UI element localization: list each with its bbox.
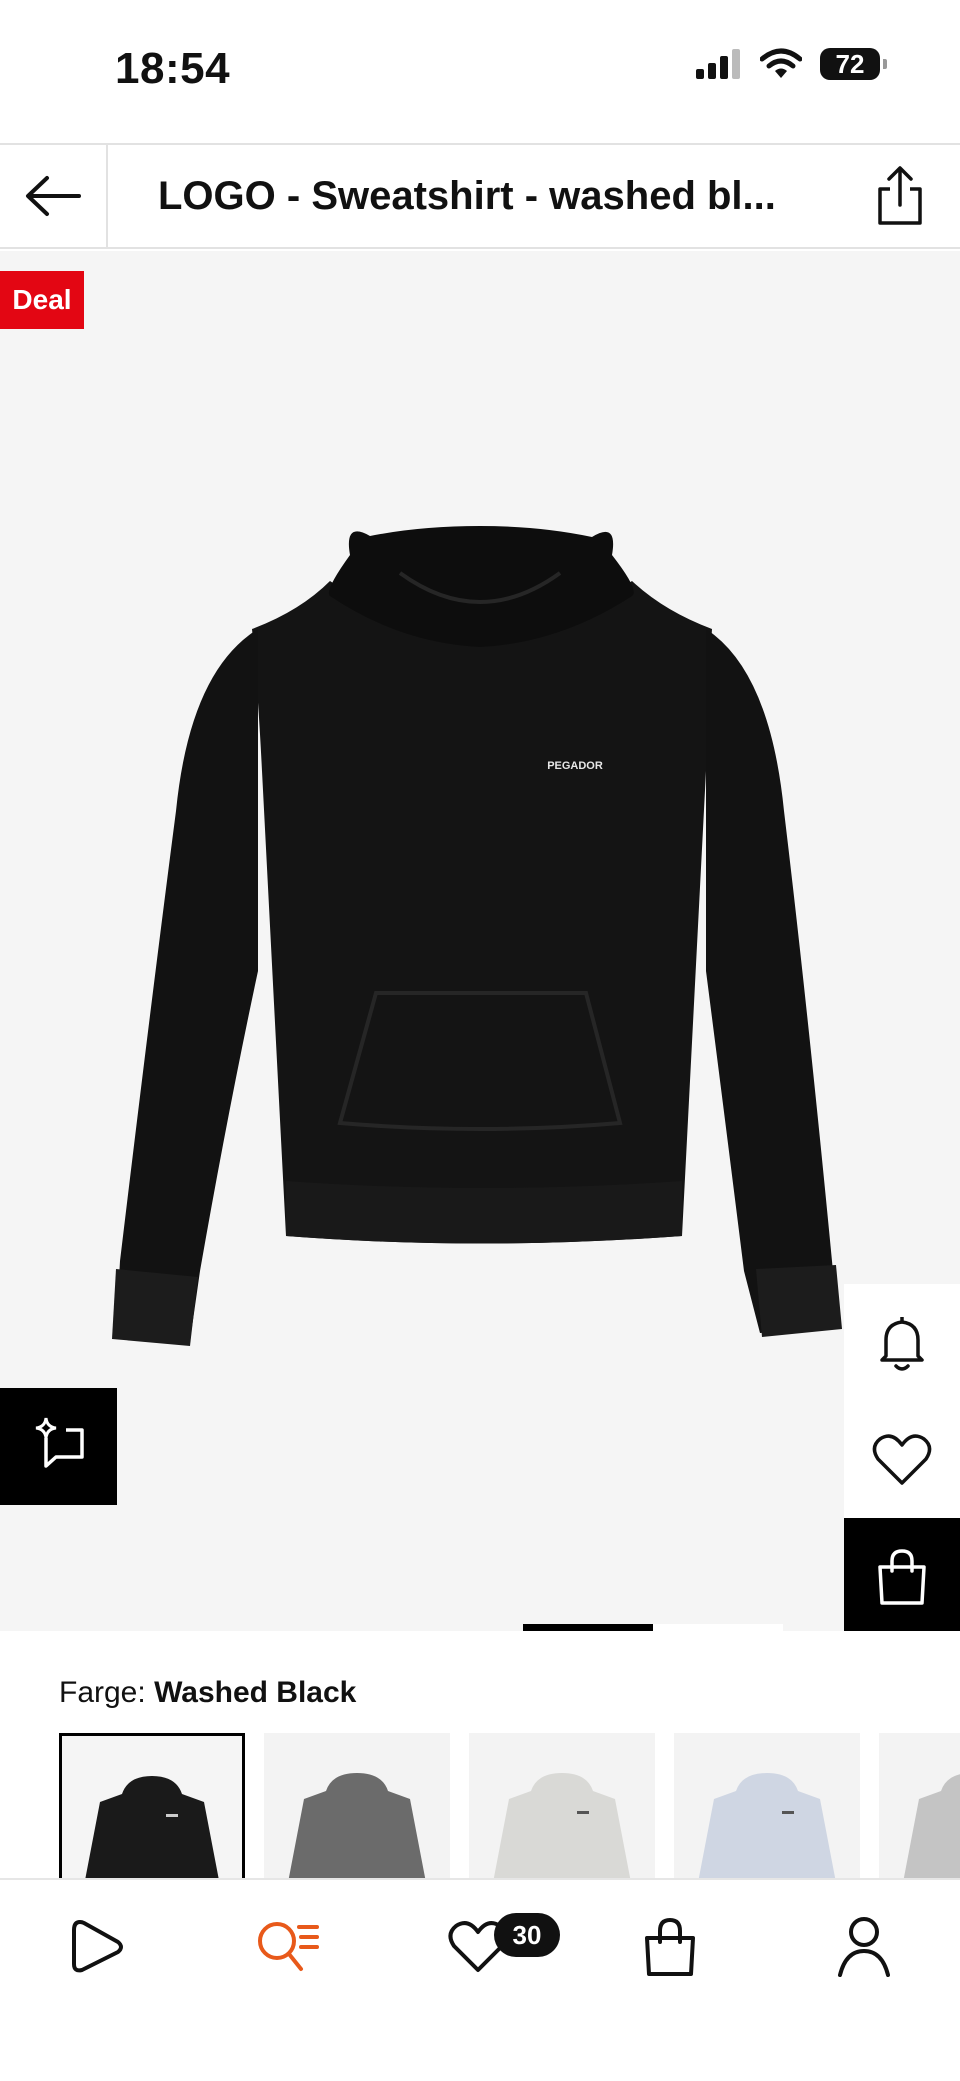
- color-label: Farge: Washed Black: [59, 1676, 356, 1710]
- status-bar: 18:54 72: [0, 0, 960, 143]
- cellular-signal-icon: [696, 49, 740, 79]
- battery-indicator: 72: [820, 48, 887, 80]
- arrow-left-icon: [26, 176, 81, 216]
- color-label-prefix: Farge:: [59, 1676, 146, 1709]
- status-time: 18:54: [115, 44, 231, 93]
- swatch-washed-black[interactable]: [59, 1733, 245, 1883]
- swatch-silver[interactable]: [879, 1733, 960, 1883]
- sparkle-chat-icon: [35, 1417, 84, 1468]
- product-image-gallery[interactable]: PEGADOR Deal: [0, 251, 960, 1631]
- price-alert-button[interactable]: [844, 1284, 960, 1401]
- wishlist-button[interactable]: [844, 1401, 960, 1518]
- swatch-light-blue[interactable]: [674, 1733, 860, 1883]
- tab-account[interactable]: [804, 1902, 924, 1992]
- top-navigation: LOGO - Sweatshirt - washed bl...: [0, 143, 960, 249]
- style-suggestions-button[interactable]: [0, 1388, 117, 1505]
- page-title: LOGO - Sweatshirt - washed bl...: [158, 174, 776, 218]
- wifi-icon: [760, 48, 802, 78]
- wishlist-count-badge: 30: [494, 1913, 560, 1957]
- status-icons: 72: [696, 48, 887, 80]
- search-icon: [258, 1922, 319, 1971]
- brand-print: PEGADOR: [547, 760, 603, 772]
- back-button[interactable]: [0, 145, 108, 247]
- swatch-light-grey[interactable]: [469, 1733, 655, 1883]
- swatch-thumbnail: [697, 1773, 837, 1883]
- share-button[interactable]: [868, 163, 932, 229]
- tab-bag[interactable]: [610, 1902, 730, 1992]
- user-icon: [838, 1917, 890, 1977]
- add-to-bag-button[interactable]: [844, 1518, 960, 1631]
- tab-search[interactable]: [228, 1902, 348, 1992]
- home-play-icon: [72, 1920, 123, 1973]
- shopping-bag-icon: [878, 1548, 926, 1605]
- heart-icon: [872, 1433, 932, 1485]
- bottom-tab-bar: [0, 1878, 960, 2081]
- side-actions: [844, 1284, 960, 1631]
- share-icon: [878, 166, 922, 225]
- swatch-thumbnail: [287, 1773, 427, 1883]
- selected-color-name: Washed Black: [154, 1676, 357, 1709]
- swatch-grey[interactable]: [264, 1733, 450, 1883]
- swatch-thumbnail: [902, 1774, 960, 1883]
- shopping-bag-icon: [645, 1917, 695, 1976]
- swatch-thumbnail: [492, 1773, 632, 1883]
- product-image: PEGADOR: [112, 526, 842, 1346]
- image-pager: [0, 1624, 960, 1631]
- tab-home[interactable]: [38, 1902, 158, 1992]
- color-swatch-list: [59, 1733, 960, 1883]
- deal-badge: Deal: [0, 271, 84, 329]
- pager-active-indicator: [523, 1624, 653, 1631]
- bell-icon: [880, 1316, 924, 1371]
- swatch-thumbnail: [84, 1776, 220, 1883]
